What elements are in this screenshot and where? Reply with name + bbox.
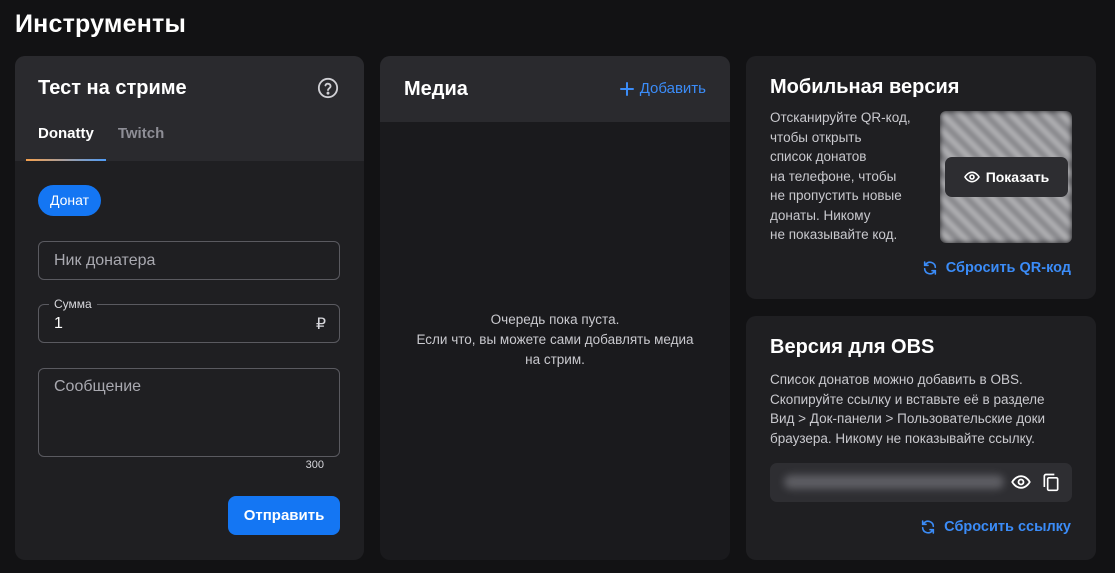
media-card: Медиа Добавить Очередь пока пуста. Если … [380,56,730,560]
description-line: не пропустить новые [770,188,902,203]
send-button[interactable]: Отправить [228,496,340,535]
amount-field[interactable]: Сумма 1 ₽ [38,297,340,343]
tab-twitch[interactable]: Twitch [106,118,176,161]
currency-symbol: ₽ [315,316,326,333]
tab-donatty[interactable]: Donatty [26,118,106,161]
media-card-title: Медиа [404,78,468,100]
obs-card-title: Версия для OBS [770,336,935,358]
amount-value: 1 [54,315,63,332]
description-line: Вид > Док-панели > Пользовательские доки [770,411,1046,426]
test-stream-card: Тест на стриме Donatty Twitch Донат Сумм… [15,56,364,560]
description-line: Отсканируйте QR-код, [770,110,911,125]
reset-qr-label: Сбросить QR-код [945,260,1071,276]
description-line: на телефоне, чтобы [770,168,897,184]
mobile-card-title: Мобильная версия [770,76,960,98]
donation-type-chip[interactable]: Донат [38,185,102,216]
donor-nickname-input[interactable] [38,241,340,280]
description-line: чтобы открыть [770,129,862,145]
message-textarea[interactable] [38,368,340,457]
description-line: список донатов [770,149,867,164]
show-qr-button[interactable]: Показать [945,157,1068,197]
help-circle-icon[interactable] [317,77,339,99]
platform-tabs: Donatty Twitch [26,118,176,161]
obs-card-description: Список донатов можно добавить в OBS. Ско… [770,370,1070,448]
reset-qr-button[interactable]: Сбросить QR-код [922,260,1071,276]
hidden-link-text [784,475,1004,489]
empty-line: на стрим. [525,352,585,367]
test-card-title: Тест на стриме [38,77,187,99]
description-line: браузера. Никому не показывайте ссылку. [770,430,1035,446]
empty-queue-message: Очередь пока пуста. Если что, вы можете … [380,310,730,370]
refresh-icon [922,520,935,534]
empty-line: Если что, вы можете сами добавлять медиа [416,332,694,347]
char-limit-counter: 300 [305,459,324,471]
mobile-card-description: Отсканируйте QR-код, чтобы открыть списо… [770,108,930,245]
copy-icon[interactable] [1041,472,1061,492]
reset-link-button[interactable]: Сбросить ссылку [920,519,1071,535]
amount-label: Сумма [49,297,97,311]
test-card-header: Тест на стриме Donatty Twitch [15,56,364,161]
obs-link-field[interactable] [770,463,1072,502]
eye-icon [963,171,980,183]
add-media-label: Добавить [639,80,706,97]
reset-link-label: Сбросить ссылку [944,519,1071,535]
obs-version-card: Версия для OBS Список донатов можно доба… [746,316,1096,560]
refresh-icon [923,261,936,275]
plus-icon [619,81,634,96]
description-line: Список донатов можно добавить в OBS. [770,372,1023,387]
eye-icon[interactable] [1011,472,1031,492]
description-line: не показывайте код. [770,227,898,242]
add-media-button[interactable]: Добавить [619,80,706,97]
mobile-version-card: Мобильная версия Отсканируйте QR-код, чт… [746,56,1096,299]
media-card-header: Медиа Добавить [380,56,730,122]
description-line: донаты. Никому [770,207,871,223]
show-qr-label: Показать [985,169,1050,185]
description-line: Скопируйте ссылку и вставьте её в раздел… [770,391,1045,407]
empty-line: Очередь пока пуста. [490,312,620,327]
page-title: Инструменты [15,10,187,38]
